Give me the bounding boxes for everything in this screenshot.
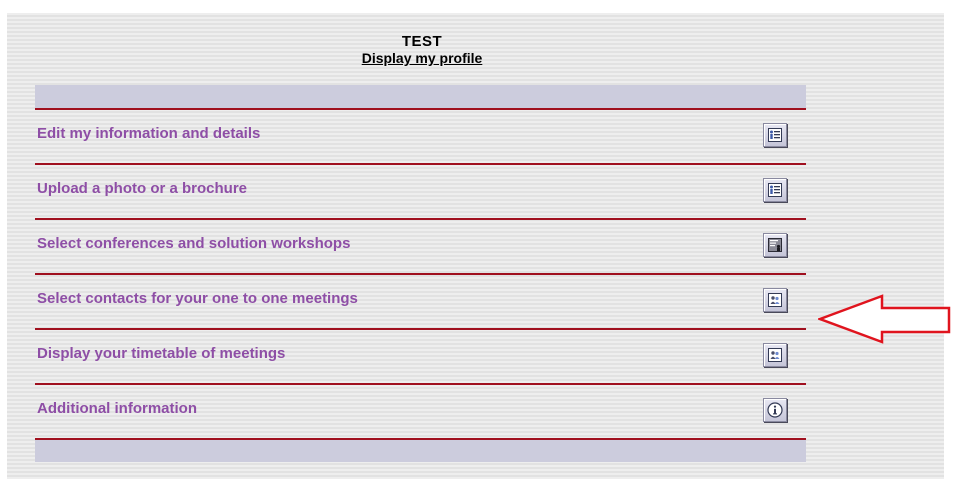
page-title: TEST — [401, 33, 443, 50]
menu-item-label: Display your timetable of meetings — [37, 345, 286, 362]
menu-item-upload-photo[interactable]: Upload a photo or a brochure — [35, 165, 806, 220]
menu-item-label: Upload a photo or a brochure — [37, 180, 248, 197]
people-icon[interactable] — [763, 288, 787, 312]
profile-card-icon[interactable] — [763, 178, 787, 202]
info-icon[interactable] — [763, 398, 787, 422]
menu-bottom-band — [35, 440, 806, 462]
menu-item-label: Select conferences and solution workshop… — [37, 235, 351, 252]
people-icon[interactable] — [763, 343, 787, 367]
menu-item-additional-information[interactable]: Additional information — [35, 385, 806, 440]
menu-item-label: Additional information — [37, 400, 197, 417]
presentation-icon[interactable] — [763, 233, 787, 257]
menu-item-label: Edit my information and details — [37, 125, 261, 142]
display-profile-link[interactable]: Display my profile — [7, 50, 837, 66]
menu-item-label: Select contacts for your one to one meet… — [37, 290, 358, 307]
main-panel: TEST Display my profile Edit my informat… — [7, 13, 951, 479]
menu-item-select-contacts[interactable]: Select contacts for your one to one meet… — [35, 275, 806, 330]
menu-item-edit-information[interactable]: Edit my information and details — [35, 110, 806, 165]
menu-item-display-timetable[interactable]: Display your timetable of meetings — [35, 330, 806, 385]
profile-card-icon[interactable] — [763, 123, 787, 147]
red-arrow-icon — [818, 294, 951, 344]
menu-item-select-conferences[interactable]: Select conferences and solution workshop… — [35, 220, 806, 275]
menu-top-band — [35, 85, 806, 110]
